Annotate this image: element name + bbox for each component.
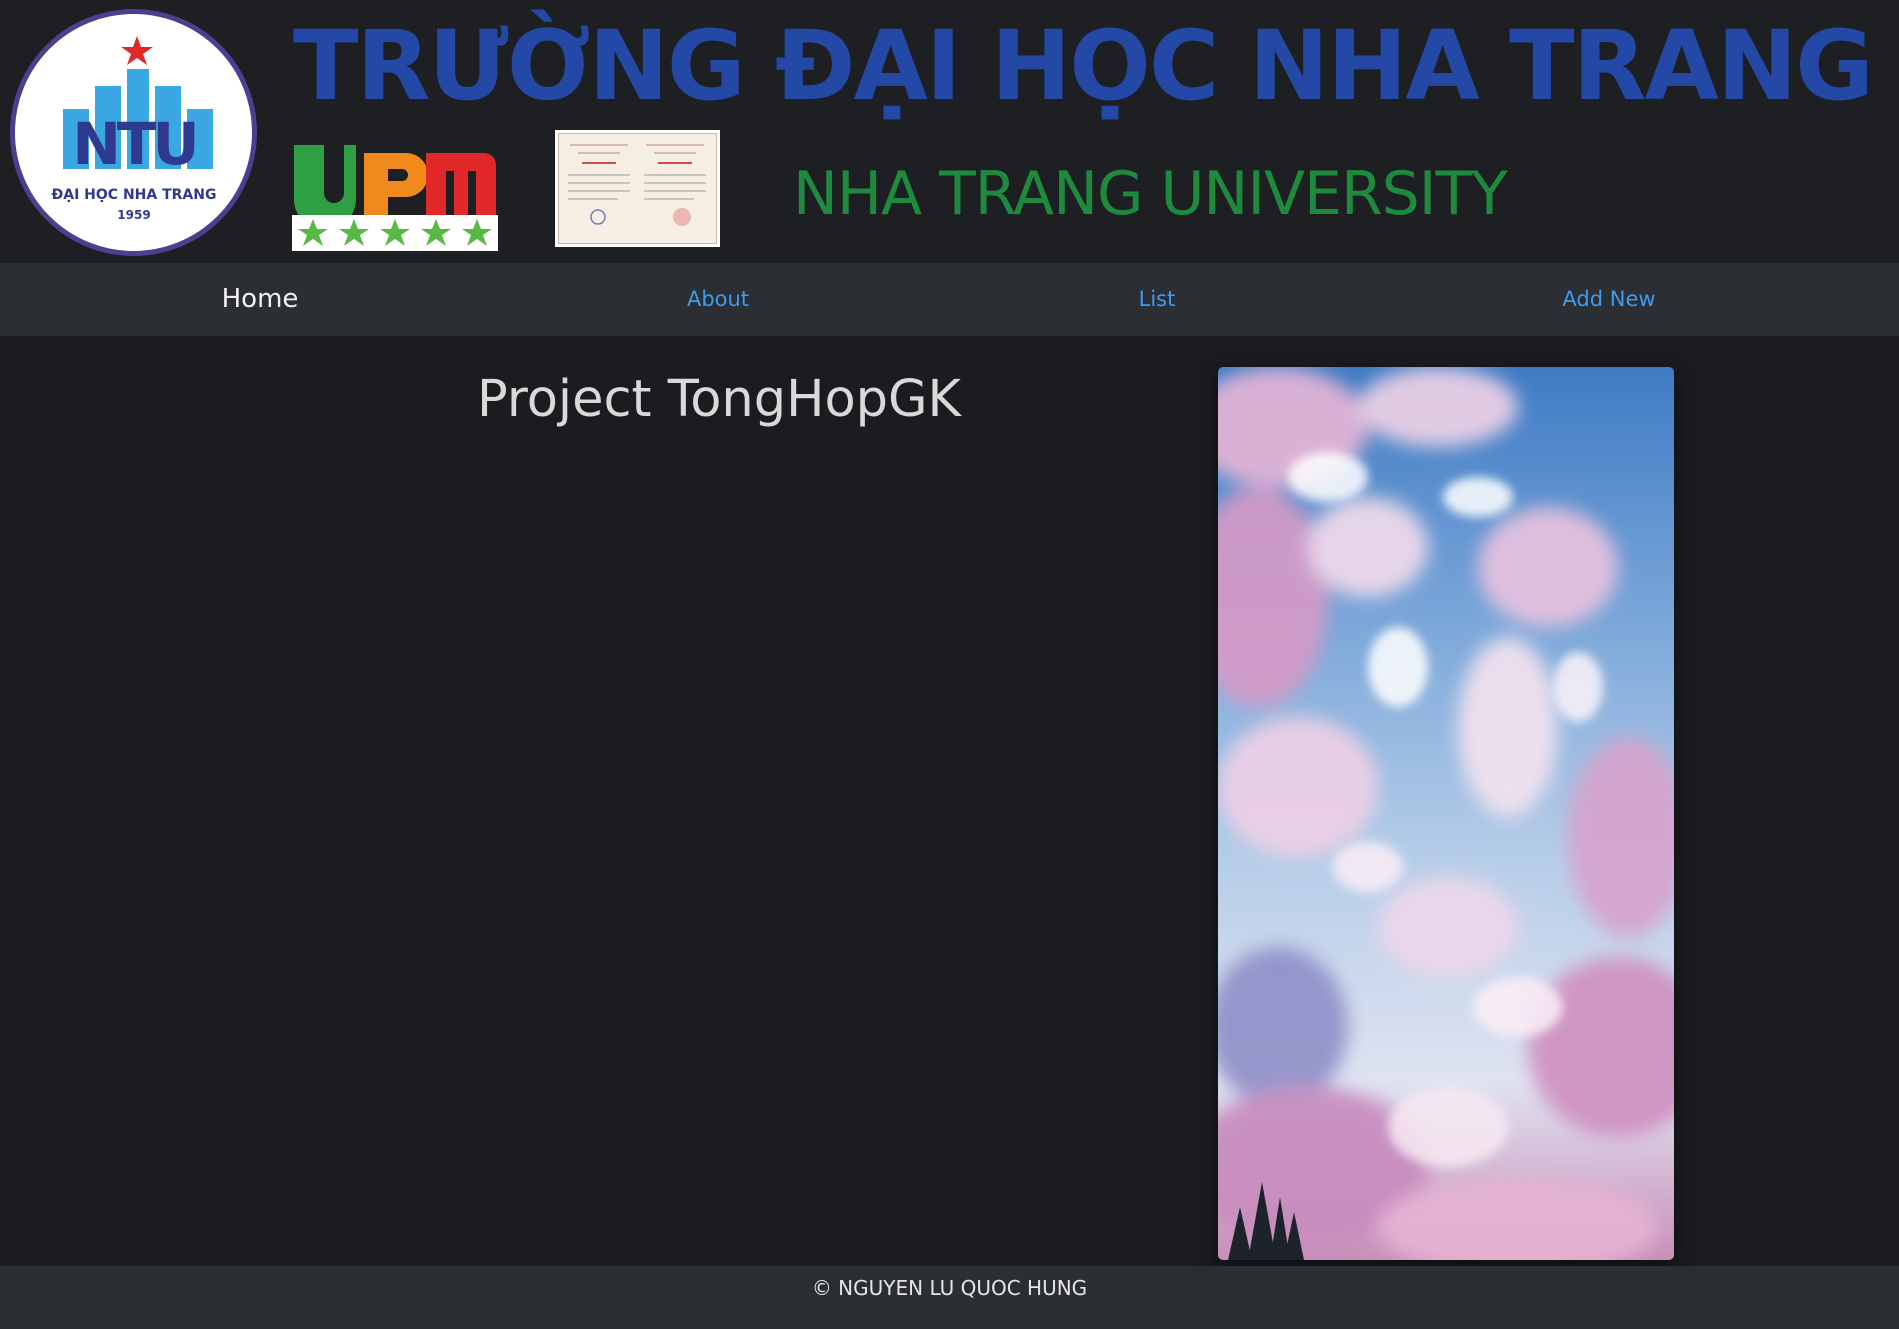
- accreditation-certificate-image: [555, 130, 720, 247]
- sky-clouds-image: [1218, 367, 1674, 1260]
- footer-copyright: © NGUYEN LU QUOC HUNG: [811, 1276, 1088, 1300]
- site-banner: NTU ĐẠI HỌC NHA TRANG 1959 TRƯỜNG ĐẠI HỌ…: [0, 0, 1899, 263]
- upm-rating-logo: [292, 141, 498, 251]
- site-footer: © NGUYEN LU QUOC HUNG: [0, 1266, 1899, 1329]
- page-title: Project TongHopGK: [477, 370, 961, 429]
- ntu-seal-logo: NTU ĐẠI HỌC NHA TRANG 1959: [10, 9, 257, 256]
- svg-text:1959: 1959: [117, 208, 150, 222]
- banner-title: TRƯỜNG ĐẠI HỌC NHA TRANG: [293, 10, 1874, 122]
- main-navbar: Home About List Add New: [0, 263, 1899, 336]
- nav-list-link[interactable]: List: [1139, 263, 1176, 336]
- svg-text:ĐẠI HỌC NHA TRANG: ĐẠI HỌC NHA TRANG: [52, 187, 217, 203]
- banner-subtitle: NHA TRANG UNIVERSITY: [793, 159, 1508, 229]
- svg-text:NTU: NTU: [72, 110, 195, 178]
- nav-add-new-link[interactable]: Add New: [1562, 263, 1655, 336]
- nav-home-link[interactable]: Home: [222, 263, 299, 336]
- nav-about-link[interactable]: About: [687, 263, 749, 336]
